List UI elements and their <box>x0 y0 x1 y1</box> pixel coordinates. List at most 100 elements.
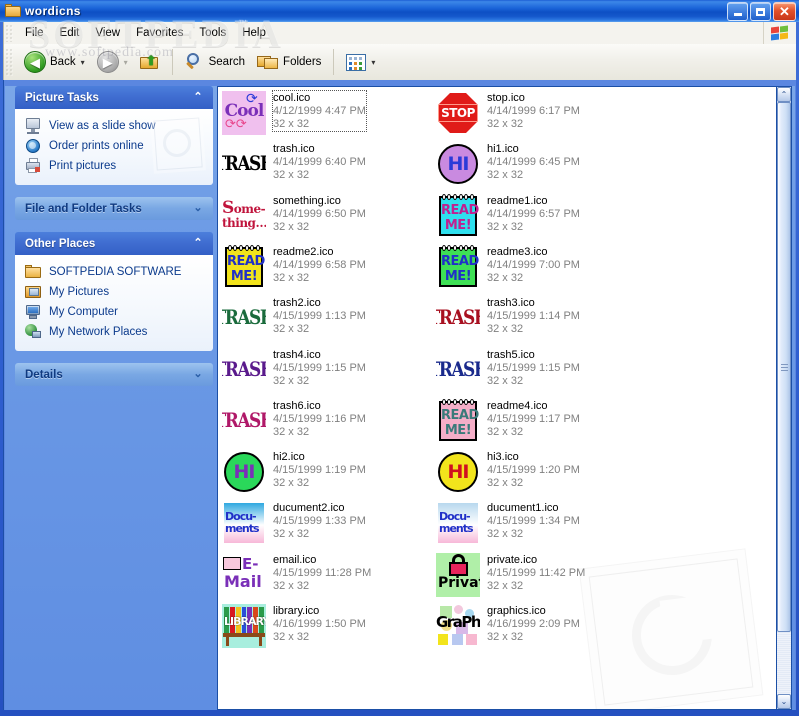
menu-item-favorites[interactable]: Favorites <box>128 24 191 43</box>
close-button[interactable]: ✕ <box>773 2 796 21</box>
file-thumbnail-icon: TRASH <box>222 347 266 392</box>
scroll-down-button[interactable]: ⌄ <box>777 694 791 709</box>
back-dropdown-caret[interactable]: ▾ <box>81 58 85 67</box>
panel-body: SOFTPEDIA SOFTWARE My Pictures My Computer… <box>15 255 213 351</box>
menu-grip-handle[interactable] <box>5 24 14 42</box>
file-list-item[interactable]: READ ME! readme3.ico 4/14/1999 7:00 PM 32 x … <box>436 244 648 295</box>
minimize-button[interactable] <box>727 2 748 21</box>
back-button[interactable]: ◀ Back ▾ <box>18 47 91 77</box>
views-dropdown-caret[interactable]: ▾ <box>371 58 375 67</box>
chevron-up-icon[interactable]: ⌃ <box>191 90 205 104</box>
file-date: 4/15/1999 1:33 PM <box>273 515 366 528</box>
folder-icon <box>5 4 21 18</box>
my-computer-icon <box>25 304 42 320</box>
file-thumbnail-icon: READ ME! <box>436 244 480 289</box>
menu-item-file[interactable]: File <box>17 24 52 43</box>
menu-item-help[interactable]: Help <box>234 24 274 43</box>
forward-button[interactable]: ▶ ▾ <box>91 47 134 77</box>
maximize-button[interactable] <box>750 2 771 21</box>
file-list-item[interactable]: STOP stop.ico 4/14/1999 6:17 PM 32 x 32 <box>436 91 648 141</box>
file-list-view[interactable]: Cool ⟳ ⟳⟳ cool.ico 4/12/1999 4:47 PM 32 x 32 S… <box>217 86 779 710</box>
file-dimensions: 32 x 32 <box>273 169 310 182</box>
file-dimensions: 32 x 32 <box>487 118 524 130</box>
file-dimensions: 32 x 32 <box>487 374 524 387</box>
file-name: hi2.ico <box>273 451 305 464</box>
file-list-item[interactable]: Some-thing… something.ico 4/14/1999 6:50 P… <box>222 193 434 244</box>
my-pictures-icon <box>25 284 42 300</box>
file-name: trash4.ico <box>273 348 321 361</box>
folders-icon <box>257 53 279 71</box>
sidebar-item-view-as-a-slide-show[interactable]: View as a slide show <box>25 116 205 136</box>
chevron-down-icon[interactable]: ⌄ <box>191 201 205 215</box>
panel-header[interactable]: Picture Tasks ⌃ <box>15 86 213 109</box>
file-meta: trash.ico 4/14/1999 6:40 PM 32 x 32 <box>273 142 366 182</box>
panel-header[interactable]: Details ⌄ <box>15 363 213 386</box>
up-button[interactable]: ⬆ <box>134 47 166 77</box>
folders-button[interactable]: Folders <box>251 47 327 77</box>
file-list-item[interactable]: Docu-ments ducument1.ico 4/15/1999 1:34 PM… <box>436 501 648 551</box>
sidebar-item-print-pictures[interactable]: Print pictures <box>25 156 205 176</box>
file-name: hi3.ico <box>487 451 519 464</box>
sidebar-item-label: Print pictures <box>49 160 117 172</box>
file-date: 4/14/1999 7:00 PM <box>487 258 580 271</box>
file-list-item[interactable]: Docu-ments ducument2.ico 4/15/1999 1:33 PM… <box>222 501 434 551</box>
task-pane-sidebar: Picture Tasks ⌃ View as a slide show Order … <box>15 86 213 706</box>
file-list-item[interactable]: HI hi2.ico 4/15/1999 1:19 PM 32 x 32 <box>222 450 434 500</box>
file-date: 4/14/1999 6:50 PM <box>273 207 366 220</box>
file-list-item[interactable]: TRASHtrash5.ico4/15/1999 1:15 PM32 x 32 <box>436 347 648 398</box>
sidebar-item-order-prints-online[interactable]: Order prints online <box>25 136 205 156</box>
chevron-down-icon[interactable]: ⌄ <box>191 367 205 381</box>
file-list-item[interactable]: LIBRARY library.ico 4/16/1999 1:50 PM 32 x … <box>222 604 434 654</box>
file-name: ducument2.ico <box>273 502 345 515</box>
sidebar-item-label: Order prints online <box>49 140 144 152</box>
file-list-item[interactable]: TRASHtrash3.ico4/15/1999 1:14 PM32 x 32 <box>436 296 648 346</box>
file-thumbnail-icon: READ ME! <box>436 193 480 238</box>
file-list-item[interactable]: TRASHtrash6.ico4/15/1999 1:16 PM32 x 32 <box>222 398 434 449</box>
file-meta: hi3.ico 4/15/1999 1:20 PM 32 x 32 <box>487 450 580 490</box>
scrollbar-thumb[interactable] <box>777 102 791 632</box>
file-list-item[interactable]: Privateprivate.ico4/15/1999 11:42 PM32 x… <box>436 552 648 603</box>
file-list-item[interactable]: GraPhicSgraphics.ico4/16/1999 2:09 PM32 … <box>436 604 648 654</box>
sidebar-item-softpedia-software[interactable]: SOFTPEDIA SOFTWARE <box>25 262 205 282</box>
menu-item-tools[interactable]: Tools <box>191 24 234 43</box>
back-arrow-icon: ◀ <box>24 51 46 73</box>
toolbar-grip-handle[interactable] <box>5 48 14 76</box>
panel-title: Details <box>25 368 63 381</box>
file-date: 4/14/1999 6:45 PM <box>487 156 580 169</box>
file-name: readme3.ico <box>487 245 548 258</box>
file-list-item[interactable]: HI hi3.ico 4/15/1999 1:20 PM 32 x 32 <box>436 450 648 500</box>
file-thumbnail-icon: TRASH <box>436 296 480 341</box>
file-list-item[interactable]: TRASHtrash2.ico4/15/1999 1:13 PM32 x 32 <box>222 296 434 346</box>
file-list-item[interactable]: TRASHtrash4.ico4/15/1999 1:15 PM32 x 32 <box>222 347 434 398</box>
chevron-up-icon[interactable]: ⌃ <box>191 236 205 250</box>
file-thumbnail-icon: HI <box>222 450 266 494</box>
sidebar-item-my-network-places[interactable]: My Network Places <box>25 322 205 342</box>
file-dimensions: 32 x 32 <box>487 631 524 643</box>
file-list-item[interactable]: TRASHtrash.ico4/14/1999 6:40 PM32 x 32 <box>222 142 434 192</box>
file-dimensions: 32 x 32 <box>273 425 310 438</box>
file-list-item[interactable]: READ ME! readme2.ico 4/14/1999 6:58 PM 32 x … <box>222 244 434 295</box>
scrollbar-track[interactable] <box>777 102 791 694</box>
menu-item-view[interactable]: View <box>87 24 128 43</box>
file-thumbnail-icon: E- Mail <box>222 552 266 597</box>
file-list-item[interactable]: Cool ⟳ ⟳⟳ cool.ico 4/12/1999 4:47 PM 32 x 32 <box>222 90 434 141</box>
file-list-item[interactable]: HI hi1.ico 4/14/1999 6:45 PM 32 x 32 <box>436 142 648 192</box>
globe-icon <box>25 138 42 154</box>
search-button[interactable]: Search <box>179 47 251 77</box>
file-date: 4/14/1999 6:17 PM <box>487 105 580 117</box>
panel-header[interactable]: File and Folder Tasks ⌄ <box>15 197 213 220</box>
file-list-item[interactable]: READ ME! readme4.ico 4/15/1999 1:17 PM 32 x … <box>436 398 648 449</box>
file-list-item[interactable]: E- Mail email.ico 4/15/1999 11:28 PM 32 x 32 <box>222 552 434 603</box>
file-date: 4/15/1999 1:34 PM <box>487 515 580 528</box>
sidebar-item-my-computer[interactable]: My Computer <box>25 302 205 322</box>
views-button[interactable]: ▾ <box>340 47 381 77</box>
vertical-scrollbar[interactable]: ⌃ ⌄ <box>776 86 792 710</box>
panel-header[interactable]: Other Places ⌃ <box>15 232 213 255</box>
menu-item-edit[interactable]: Edit <box>52 24 88 43</box>
scroll-up-button[interactable]: ⌃ <box>777 87 791 102</box>
file-date: 4/15/1999 11:42 PM <box>487 566 586 579</box>
file-name: trash5.ico <box>487 348 535 361</box>
file-list-item[interactable]: READ ME! readme1.ico 4/14/1999 6:57 PM 32 x … <box>436 193 648 244</box>
file-name: email.ico <box>273 553 317 566</box>
sidebar-item-my-pictures[interactable]: My Pictures <box>25 282 205 302</box>
